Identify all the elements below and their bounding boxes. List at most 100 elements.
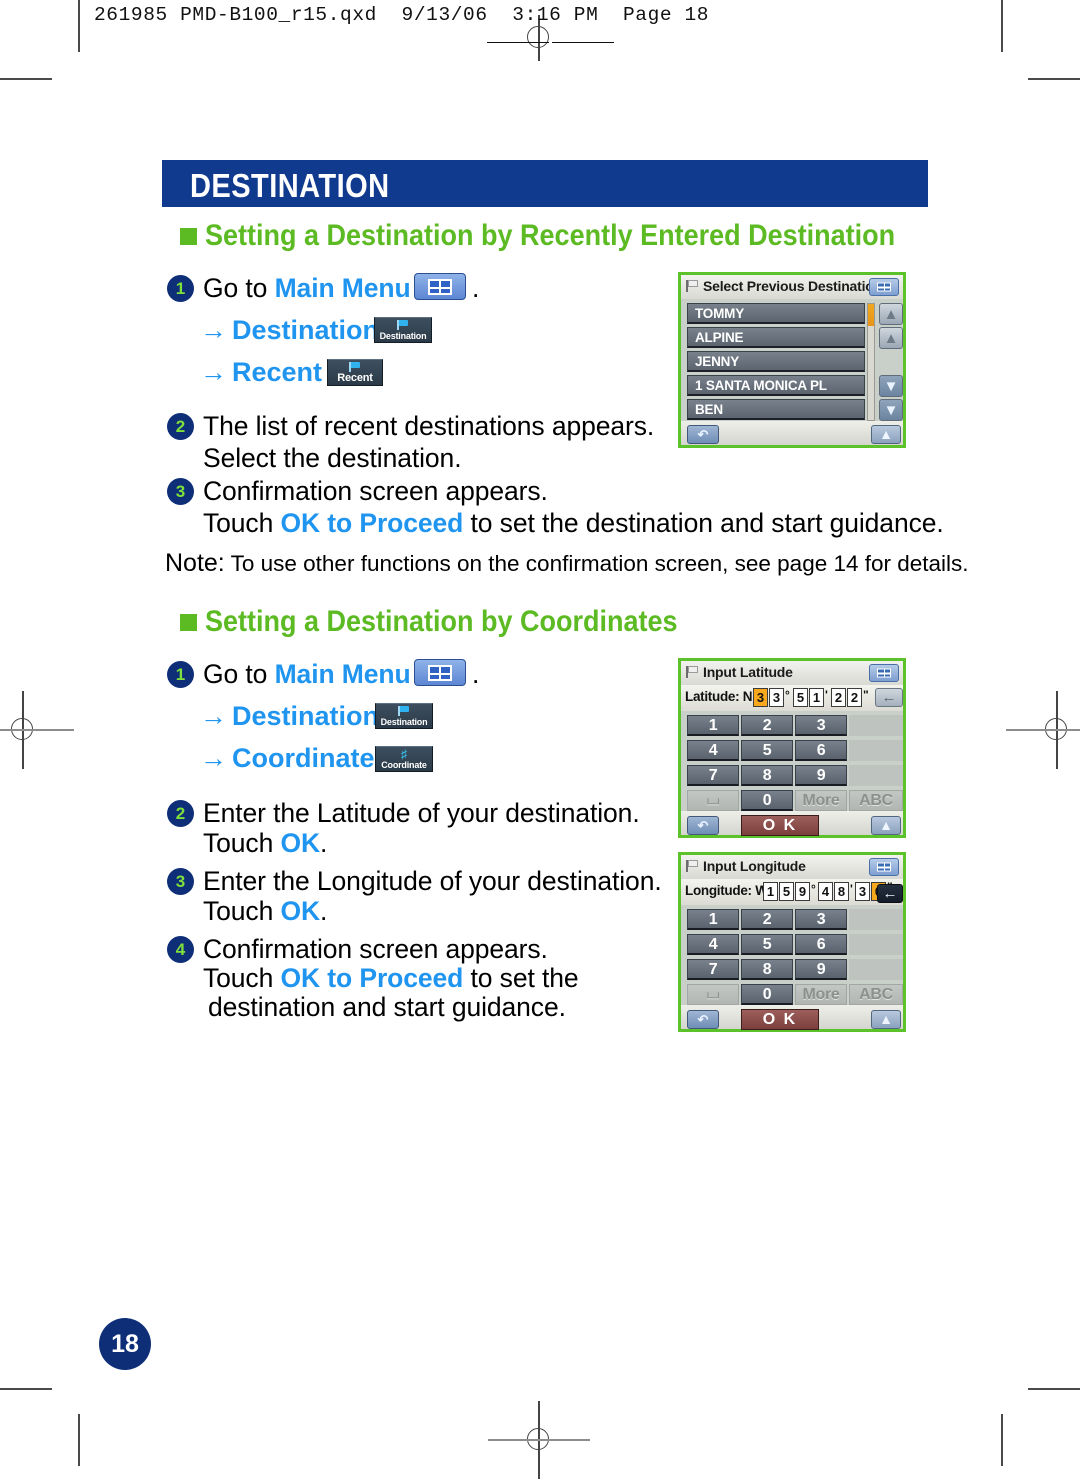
keypad-key[interactable]: 3 bbox=[795, 909, 847, 930]
abc-key[interactable]: ABC bbox=[849, 790, 903, 811]
menu-grid-icon[interactable] bbox=[869, 664, 899, 682]
keypad-key[interactable]: 1 bbox=[687, 715, 739, 736]
second-unit: " bbox=[863, 688, 869, 702]
chip-destination-1[interactable]: Destination bbox=[374, 317, 432, 343]
main-menu-icon-1[interactable] bbox=[414, 273, 466, 300]
step-2-2-line1: Enter the Latitude of your destination. bbox=[203, 798, 640, 828]
ok-link-1[interactable]: OK bbox=[280, 828, 320, 858]
chip-coordinate[interactable]: ♯ Coordinate bbox=[375, 746, 433, 772]
left-arrow-icon[interactable]: ← bbox=[875, 688, 903, 707]
keypad-key-zero[interactable]: 0 bbox=[741, 790, 793, 811]
list-item[interactable]: ALPINE bbox=[687, 327, 865, 348]
ok-button[interactable]: O K bbox=[741, 1009, 819, 1030]
path-label-destination-1[interactable]: Destination bbox=[232, 315, 379, 346]
chip-destination-2[interactable]: Destination bbox=[375, 703, 433, 729]
north-up-icon[interactable]: ▲ bbox=[871, 1010, 901, 1029]
latitude-digit[interactable]: 3 bbox=[769, 688, 784, 707]
page-up-icon[interactable]: ▲ bbox=[879, 303, 903, 325]
ok-to-proceed-link-1[interactable]: OK to Proceed bbox=[280, 508, 463, 538]
latitude-digit[interactable]: 3 bbox=[753, 688, 768, 707]
chip-label: Coordinate bbox=[381, 760, 427, 770]
list-item[interactable]: BEN bbox=[687, 399, 865, 420]
longitude-digit[interactable]: 4 bbox=[818, 882, 833, 901]
ok-link-2[interactable]: OK bbox=[280, 896, 320, 926]
latitude-digit[interactable]: 2 bbox=[847, 688, 862, 707]
device-title: Input Longitude bbox=[703, 858, 806, 874]
latitude-digit[interactable]: 5 bbox=[793, 688, 808, 707]
list-item[interactable]: TOMMY bbox=[687, 303, 865, 324]
device-title-bar: Select Previous Destination bbox=[681, 275, 903, 299]
main-menu-icon-2[interactable] bbox=[414, 659, 466, 686]
path-label-coordinate[interactable]: Coordinate bbox=[232, 743, 375, 774]
chip-recent[interactable]: Recent bbox=[327, 359, 383, 386]
flag-icon bbox=[349, 362, 361, 372]
field-label-text: Latitude: bbox=[685, 689, 740, 704]
latitude-digit[interactable]: 1 bbox=[809, 688, 824, 707]
note-label: Note: bbox=[165, 549, 225, 577]
longitude-digit[interactable]: 1 bbox=[763, 882, 778, 901]
menu-grid-icon[interactable] bbox=[869, 858, 899, 876]
step-1-2-line2: Select the destination. bbox=[203, 443, 462, 473]
space-key[interactable]: ⌴ bbox=[687, 984, 739, 1005]
abc-key[interactable]: ABC bbox=[849, 984, 903, 1005]
space-key[interactable]: ⌴ bbox=[687, 790, 739, 811]
keypad-key[interactable]: 3 bbox=[795, 715, 847, 736]
keypad-key[interactable]: 2 bbox=[741, 715, 793, 736]
list-item[interactable]: JENNY bbox=[687, 351, 865, 372]
longitude-digit[interactable]: 9 bbox=[795, 882, 810, 901]
step-2-2-line2: Touch OK. bbox=[203, 828, 327, 859]
path-label-destination-2[interactable]: Destination bbox=[232, 701, 379, 732]
more-key[interactable]: More bbox=[795, 790, 847, 811]
longitude-digit[interactable]: 8 bbox=[834, 882, 849, 901]
keypad-key[interactable]: 4 bbox=[687, 740, 739, 761]
keypad-key[interactable]: 2 bbox=[741, 909, 793, 930]
keypad-key-blank bbox=[849, 934, 903, 955]
latitude-digit[interactable]: 2 bbox=[831, 688, 846, 707]
north-up-icon[interactable]: ▲ bbox=[871, 816, 901, 835]
step-2-2-suffix: . bbox=[320, 828, 328, 858]
keypad-key[interactable]: 7 bbox=[687, 959, 739, 980]
grid-icon: ♯ bbox=[401, 747, 407, 761]
keypad-key[interactable]: 8 bbox=[741, 959, 793, 980]
keypad-key[interactable]: 7 bbox=[687, 765, 739, 786]
list-item[interactable]: 1 SANTA MONICA PL bbox=[687, 375, 865, 396]
back-arrow-icon[interactable]: ↶ bbox=[687, 1010, 719, 1029]
keypad-key[interactable]: 8 bbox=[741, 765, 793, 786]
left-arrow-icon[interactable]: ← bbox=[877, 884, 903, 903]
ok-button[interactable]: O K bbox=[741, 815, 819, 836]
scrollbar[interactable] bbox=[867, 303, 875, 421]
keypad-key-zero[interactable]: 0 bbox=[741, 984, 793, 1005]
ok-to-proceed-link-2[interactable]: OK to Proceed bbox=[280, 963, 463, 993]
keypad-key-blank bbox=[849, 740, 903, 761]
keypad-key[interactable]: 4 bbox=[687, 934, 739, 955]
main-menu-link-1[interactable]: Main Menu bbox=[275, 273, 411, 303]
longitude-digit[interactable]: 3 bbox=[855, 882, 870, 901]
back-arrow-icon[interactable]: ↶ bbox=[687, 425, 719, 444]
up-icon[interactable]: ▲ bbox=[879, 327, 903, 349]
longitude-digit[interactable]: 5 bbox=[779, 882, 794, 901]
path-arrow-icon-1-1: → bbox=[200, 315, 227, 345]
north-up-icon[interactable]: ▲ bbox=[871, 425, 901, 444]
path-label-recent[interactable]: Recent bbox=[232, 357, 322, 388]
flag-icon bbox=[686, 280, 699, 292]
keypad-key[interactable]: 6 bbox=[795, 934, 847, 955]
keypad-key[interactable]: 5 bbox=[741, 934, 793, 955]
menu-grid-icon[interactable] bbox=[869, 278, 899, 296]
down-icon[interactable]: ▼ bbox=[879, 375, 903, 397]
longitude-label: Longitude: W bbox=[685, 883, 768, 898]
keypad-key[interactable]: 9 bbox=[795, 765, 847, 786]
step-1-3-suffix: to set the destination and start guidanc… bbox=[463, 508, 944, 538]
main-menu-link-2[interactable]: Main Menu bbox=[275, 659, 411, 689]
keypad-key[interactable]: 9 bbox=[795, 959, 847, 980]
page-down-icon[interactable]: ▼ bbox=[879, 399, 903, 421]
keypad-key[interactable]: 6 bbox=[795, 740, 847, 761]
back-arrow-icon[interactable]: ↶ bbox=[687, 816, 719, 835]
minute-unit: ' bbox=[850, 882, 853, 896]
keypad-key[interactable]: 5 bbox=[741, 740, 793, 761]
scrollbar-thumb[interactable] bbox=[868, 304, 874, 326]
keypad-key[interactable]: 1 bbox=[687, 909, 739, 930]
step-2-2-prefix: Touch bbox=[203, 828, 281, 858]
step-2-3-suffix: . bbox=[320, 896, 328, 926]
section-heading-2: Setting a Destination by Coordinates bbox=[205, 605, 678, 638]
more-key[interactable]: More bbox=[795, 984, 847, 1005]
